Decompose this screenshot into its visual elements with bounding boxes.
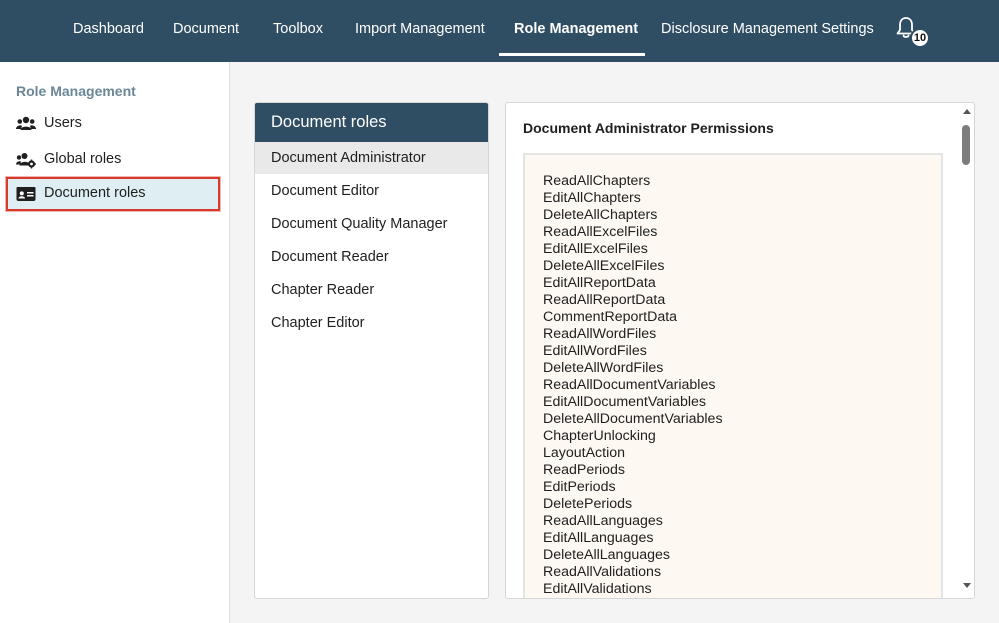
scroll-down-arrow-icon[interactable] [963,583,971,588]
sidebar-heading: Role Management [16,83,136,99]
top-nav-bar: Dashboard Document Toolbox Import Manage… [0,0,999,62]
nav-dashboard[interactable]: Dashboard [73,0,144,57]
nav-disclosure-management-settings[interactable]: Disclosure Management Settings [661,0,874,57]
users-icon [16,115,36,133]
permissions-scrollbar[interactable] [960,103,974,598]
permission-item: DeletePeriods [543,496,633,512]
scroll-up-arrow-icon[interactable] [963,109,971,114]
permission-item: EditAllExcelFiles [543,241,648,257]
role-item-chapter-editor[interactable]: Chapter Editor [255,307,488,339]
permission-item: EditPeriods [543,479,616,495]
permission-item: DeleteAllDocumentVariables [543,411,723,427]
sidebar-item-document-roles[interactable]: Document roles [6,177,220,211]
permission-item: EditAllLanguages [543,530,654,546]
role-item-document-administrator[interactable]: Document Administrator [255,142,488,174]
sidebar-item-label: Users [44,115,82,131]
permission-item: LayoutAction [543,445,626,461]
notification-count-badge: 10 [910,28,930,48]
sidebar-item-label: Global roles [44,151,122,167]
permission-item: EditAllDocumentVariables [543,394,706,410]
role-item-chapter-reader[interactable]: Chapter Reader [255,274,488,306]
permission-item: ReadAllDocumentVariables [543,377,716,393]
permissions-list: ReadAllChapters EditAllChapters DeleteAl… [543,173,723,598]
permission-item: ReadAllLanguages [543,513,663,529]
permission-item: ReadAllChapters [543,173,651,189]
permission-item: EditAllWordFiles [543,343,647,359]
role-item-document-quality-manager[interactable]: Document Quality Manager [255,208,488,240]
permission-item: CommentReportData [543,309,678,325]
nav-document[interactable]: Document [173,0,239,57]
global-roles-icon [16,151,36,169]
permission-item: DeleteAllWordFiles [543,360,664,376]
permission-item: EditAllChapters [543,190,641,206]
active-nav-indicator [499,53,645,56]
permissions-panel: Document Administrator Permissions ReadA… [505,102,975,599]
document-roles-panel: Document roles Document Administrator Do… [254,102,489,599]
role-item-document-editor[interactable]: Document Editor [255,175,488,207]
role-item-document-reader[interactable]: Document Reader [255,241,488,273]
permissions-list-box: ReadAllChapters EditAllChapters DeleteAl… [523,153,943,598]
permission-item: DeleteAllExcelFiles [543,258,665,274]
permission-item: ReadAllValidations [543,564,662,580]
permission-item: ReadAllReportData [543,292,666,308]
scroll-thumb[interactable] [962,125,970,165]
id-card-icon [16,185,36,203]
permissions-title: Document Administrator Permissions [523,120,774,136]
permission-item: DeleteAllLanguages [543,547,670,563]
sidebar: Role Management Users Global roles Docum… [0,62,230,623]
sidebar-item-label: Document roles [44,185,146,201]
permission-item: EditAllReportData [543,275,656,291]
permission-item: EditAllValidations [543,581,652,597]
permission-item: ChapterUnlocking [543,428,656,444]
permission-item: ReadAllWordFiles [543,326,657,342]
sidebar-item-global-roles[interactable]: Global roles [6,143,220,177]
permission-item: ReadPeriods [543,462,626,478]
permission-item: ReadAllExcelFiles [543,224,658,240]
nav-import-management[interactable]: Import Management [355,0,485,57]
nav-role-management[interactable]: Role Management [514,0,638,57]
sidebar-item-users[interactable]: Users [6,107,220,141]
document-roles-title: Document roles [255,103,488,142]
notifications-button[interactable]: 10 [893,16,935,48]
nav-toolbox[interactable]: Toolbox [273,0,323,57]
permission-item: DeleteAllChapters [543,207,658,223]
